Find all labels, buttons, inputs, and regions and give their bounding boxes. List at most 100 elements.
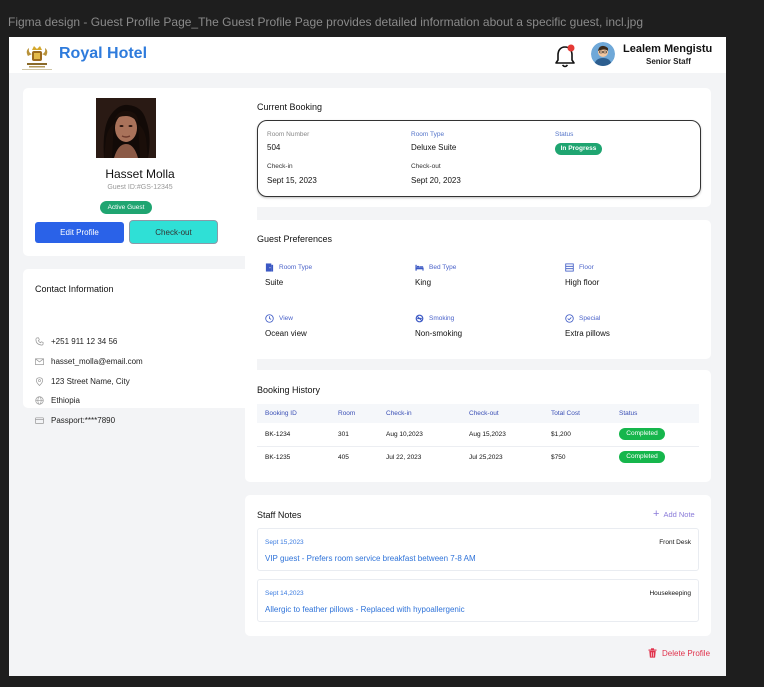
pref-floor: Floor High floor [565,262,705,287]
column-header: Status [619,410,638,417]
pref-label: Bed Type [429,263,457,271]
room-cell: 301 [338,431,349,438]
no-smoking-icon [415,314,424,322]
pref-bed-type: Bed Type King [415,262,555,288]
delete-profile-label: Delete Profile [662,648,711,658]
guest-profile-card: Hasset Molla Guest ID:#GS-12345 Active G… [23,88,257,256]
column-header: Check-in [386,410,412,417]
contact-country: Ethiopia [51,395,80,405]
user-role: Senior Staff [646,57,691,66]
clock-icon [265,313,274,323]
contact-address: 123 Street Name, City [51,376,130,386]
checkin-cell: Aug 10,2023 [386,431,423,438]
status-badge: Completed [619,451,665,463]
checkin-value: Sept 15, 2023 [267,176,317,185]
current-booking-title: Current Booking [257,102,323,112]
logo-underline [22,69,52,70]
room-number-value: 504 [267,143,281,152]
door-icon [265,262,274,272]
staff-notes-title: Staff Notes [257,510,302,520]
column-header: Check-out [469,410,499,417]
room-type-label: Room Type [411,131,445,138]
staff-note[interactable]: Sept 14,2023 Housekeeping Allergic to fe… [257,579,699,622]
pref-label: Smoking [429,314,455,322]
delete-profile-button[interactable]: Delete Profile [648,648,710,658]
contact-passport-row: Passport:****7890 [35,414,115,426]
guest-photo [96,98,156,158]
room-number-label: Room Number [267,131,310,138]
contact-title: Contact Information [35,284,114,294]
add-note-label: Add Note [663,510,695,519]
checkin-cell: Jul 22, 2023 [386,454,422,461]
staff-note[interactable]: Sept 15,2023 Front Desk VIP guest - Pref… [257,528,699,571]
edit-profile-button[interactable]: Edit Profile [35,222,124,243]
pref-label: Special [579,314,601,322]
top-header: Royal Hotel Lealem Mengistu Senior Staff [9,37,726,73]
brand-name[interactable]: Royal Hotel [59,45,147,63]
plus-icon: + [653,508,660,520]
contact-phone: +251 911 12 34 56 [51,336,118,346]
guest-profile-page: Royal Hotel Lealem Mengistu Senior Staff [9,37,726,676]
user-name: Lealem Mengistu [623,43,713,55]
room-cell: 405 [338,454,349,461]
pref-smoking: Smoking Non-smoking [415,313,555,338]
phone-icon [35,337,44,345]
status-badge: Active Guest [100,201,152,214]
pref-label: Floor [579,263,594,271]
contact-email[interactable]: hasset_molla@email.com [51,357,143,366]
status-label: Status [555,131,574,138]
column-header: Room [338,410,356,417]
column-header: Total Cost [551,410,580,417]
trash-icon [648,648,657,658]
checkout-label: Check-out [411,163,441,170]
mail-icon [35,357,44,365]
contact-address-row: 123 Street Name, City [35,375,130,387]
contact-passport: Passport:****7890 [51,415,116,425]
note-date: Sept 15,2023 [265,539,304,546]
user-avatar[interactable] [591,42,615,66]
guest-preferences-card: Guest Preferences Room Type Suite Bed Ty… [245,220,711,359]
check-out-button[interactable]: Check-out [129,220,218,244]
pref-room-type: Room Type Suite [265,262,405,287]
id-card-icon [35,416,44,424]
pref-view: View Ocean view [265,313,405,338]
note-text: VIP guest - Prefers room service breakfa… [265,554,476,563]
contact-phone-row: +251 911 12 34 56 [35,335,117,347]
column-header: Booking ID [265,410,297,417]
cost-cell: $750 [551,454,566,461]
checkout-cell: Aug 15,2023 [469,431,506,438]
floor-icon [565,262,574,272]
contact-email-row: hasset_molla@email.com [35,355,143,367]
window-title: Figma design - Guest Profile Page_The Gu… [8,15,644,29]
staff-notes-card: Staff Notes + Add Note Sept 15,2023 Fron… [245,495,711,636]
guest-name: Hasset Molla [105,167,175,181]
table-row[interactable]: BK-1234 301 Aug 10,2023 Aug 15,2023 $1,2… [257,424,699,446]
pref-value: Extra pillows [565,329,610,338]
table-row[interactable]: BK-1235 405 Jul 22, 2023 Jul 25,2023 $75… [257,447,699,469]
note-text: Allergic to feather pillows - Replaced w… [265,605,465,614]
booking-status-badge: In Progress [555,143,602,155]
booking-id-cell: BK-1234 [265,431,291,438]
contact-information-card: Contact Information +251 911 12 34 56 ha… [23,269,257,425]
status-badge: Completed [619,428,665,440]
pref-value: Non-smoking [415,329,463,338]
add-note-button[interactable]: + Add Note [653,509,695,520]
notification-bell-icon[interactable] [553,43,577,69]
pref-value: Suite [265,278,284,287]
checkout-value: Sept 20, 2023 [411,176,461,185]
booking-id-cell: BK-1235 [265,454,291,461]
cost-cell: $1,200 [551,431,571,438]
check-circle-icon [565,313,574,323]
checkin-label: Check-in [267,163,293,170]
current-booking-card: Current Booking Room Number 504 Room Typ… [245,88,711,207]
bed-icon [415,264,424,271]
pref-label: View [279,314,293,322]
location-pin-icon [35,376,44,386]
hotel-logo-icon [26,46,48,68]
booking-history-title: Booking History [257,385,321,395]
guest-id: Guest ID:#GS-12345 [107,184,173,191]
table-header: Booking ID Room Check-in Check-out Total… [257,404,699,423]
pref-special: Special Extra pillows [565,313,705,338]
note-department: Housekeeping [649,590,691,597]
current-booking-details: Room Number 504 Room Type Deluxe Suite S… [257,120,701,197]
